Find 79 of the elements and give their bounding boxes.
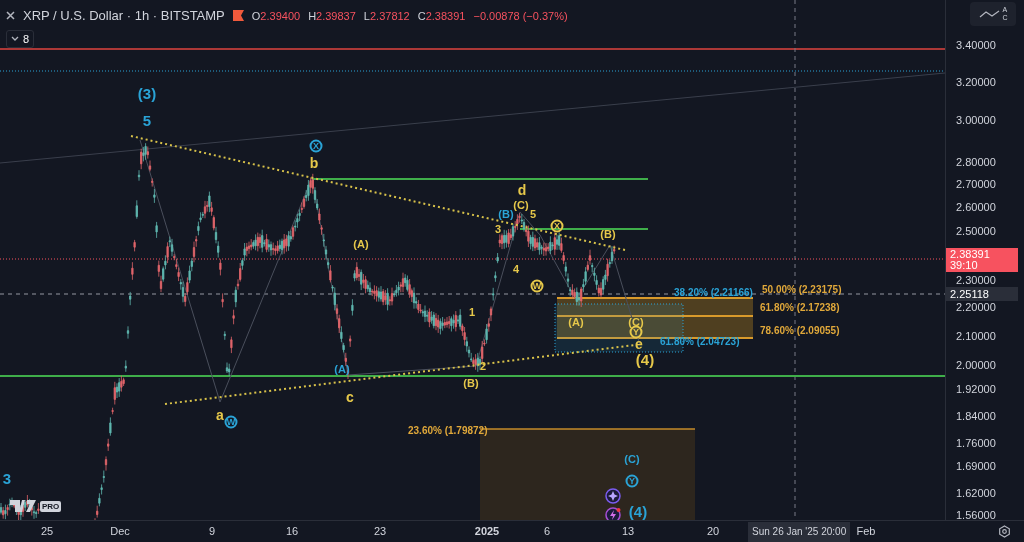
price-tick: 1.62000	[956, 487, 996, 500]
price-tick: 1.84000	[956, 410, 996, 423]
ohlc-value: H2.39837	[308, 8, 356, 24]
fib-level-label: 61.80% (2.04723)	[660, 336, 740, 348]
time-tick: 2025	[474, 525, 500, 538]
price-tick: 3.00000	[956, 114, 996, 127]
time-tick: 16	[285, 525, 299, 538]
price-tick: 3.40000	[956, 39, 996, 52]
wave-label: 3	[494, 223, 502, 235]
wave-label: W	[530, 279, 544, 293]
logo-icon	[10, 500, 36, 512]
wave-label: (C)	[624, 453, 640, 465]
crosshair-price-tag: 2.25118	[946, 287, 1018, 301]
sparkle-icon[interactable]	[605, 488, 621, 504]
plan-badge: PRO	[40, 500, 62, 512]
wave-label: W	[224, 415, 238, 429]
price-tick: 1.56000	[956, 509, 996, 522]
fib-level-label: 61.80% (2.17238)	[760, 302, 840, 314]
wave-label: a	[216, 408, 224, 422]
time-tick: 23	[373, 525, 387, 538]
wave-label: (B)	[498, 208, 514, 220]
price-tick: 2.70000	[956, 178, 996, 191]
wave-label: d	[517, 183, 527, 197]
ohlc-value: O2.39400	[251, 8, 301, 24]
wave-label: X	[309, 139, 323, 153]
lightning-icon[interactable]	[605, 507, 621, 520]
price-tick: 2.30000	[956, 274, 996, 287]
wave-label: e	[635, 337, 643, 351]
chart-title: XRP / U.S. Dollar · 1h · BITSTAMP	[23, 7, 225, 25]
wave-label: (3)	[137, 85, 157, 101]
flag-icon[interactable]	[232, 10, 244, 22]
price-tick: 2.50000	[956, 225, 996, 238]
chevron-down-icon	[11, 35, 19, 42]
time-tick: 20	[706, 525, 720, 538]
wave-label: (A)	[353, 238, 369, 250]
wave-label: Y	[625, 474, 639, 488]
price-tick: 2.20000	[956, 301, 996, 314]
wave-label: X	[550, 219, 564, 233]
fib-level-label: 50.00% (2.23175)	[762, 284, 842, 296]
wave-label: (4)	[635, 351, 655, 367]
price-tick: 2.00000	[956, 359, 996, 372]
time-tick: 6	[543, 525, 551, 538]
wave-label: 1	[468, 306, 476, 318]
price-tick: 1.92000	[956, 383, 996, 396]
price-change: −0.00878 (−0.37%)	[473, 8, 568, 24]
price-tick: 3.20000	[956, 76, 996, 89]
time-tick: 9	[208, 525, 216, 538]
wave-label: (4)	[628, 503, 648, 519]
wave-label: (A)	[334, 363, 350, 375]
price-tick: 1.76000	[956, 437, 996, 450]
wave-label: 5	[142, 112, 152, 128]
wave-label: (B)	[463, 377, 479, 389]
wave-label: c	[346, 390, 354, 404]
indicators-toggle[interactable]: 8	[6, 29, 35, 48]
price-tick: 1.69000	[956, 460, 996, 473]
ohlc-value: L2.37812	[363, 8, 410, 24]
fib-level-label: 78.60% (2.09055)	[760, 325, 840, 337]
price-tick: 2.10000	[956, 330, 996, 343]
time-tick: Feb	[856, 525, 876, 538]
wave-label: 2	[479, 360, 487, 372]
wave-label: 4	[512, 263, 520, 275]
wave-label: (A)	[568, 316, 584, 328]
last-price-tag: 2.38391 39:10	[946, 248, 1018, 272]
wave-label: 3	[2, 470, 12, 486]
crosshair-time-tag: Sun 26 Jan '25 20:00	[748, 522, 851, 542]
wave-label: b	[309, 156, 319, 170]
time-tick: 13	[621, 525, 635, 538]
time-tick: 25	[40, 525, 54, 538]
ohlc-value: C2.38391	[417, 8, 466, 24]
close-icon[interactable]	[6, 11, 15, 21]
settings-icon[interactable]	[998, 525, 1011, 538]
price-tick: 2.80000	[956, 156, 996, 169]
price-tick: 2.60000	[956, 201, 996, 214]
wave-label: (C)	[513, 199, 529, 211]
wave-label: (B)	[600, 228, 616, 240]
time-tick: Dec	[110, 525, 130, 538]
fib-level-label: 38.20% (2.21166)	[674, 287, 753, 299]
wave-label: 5	[529, 208, 537, 220]
fib-level-label: 23.60% (1.79872)	[408, 425, 488, 437]
